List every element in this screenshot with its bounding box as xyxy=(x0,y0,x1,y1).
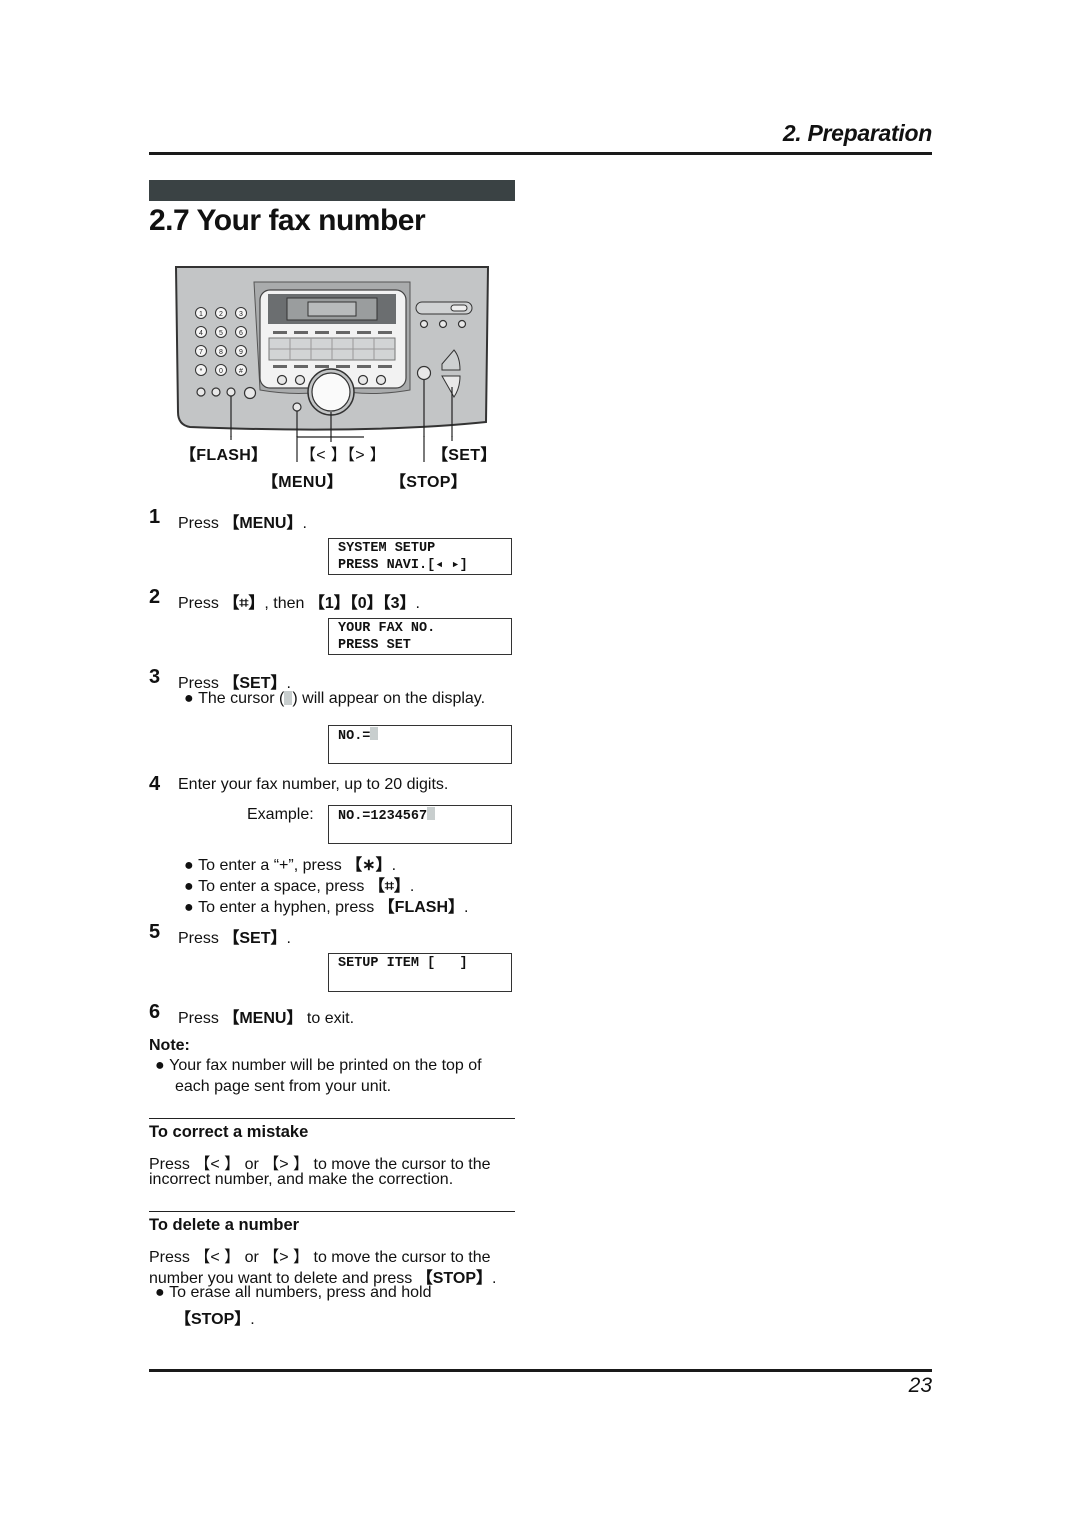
stop-key-label: 【STOP】 xyxy=(390,474,468,491)
step-text: Enter your fax number, up to 20 digits. xyxy=(178,776,449,793)
svg-text:0: 0 xyxy=(219,368,223,375)
section-bar xyxy=(149,180,515,201)
subsection-title: To correct a mistake xyxy=(149,1123,309,1141)
svg-text:8: 8 xyxy=(219,349,223,356)
step-text: Press 【MENU】. xyxy=(178,515,307,532)
svg-text:5: 5 xyxy=(219,330,223,337)
lcd-display: NO.= xyxy=(328,725,512,764)
fax-control-panel-illustration: 1 2 3 4 5 6 7 8 9 * 0 # xyxy=(174,266,490,437)
paragraph: incorrect number, and make the correctio… xyxy=(149,1171,454,1188)
example-label: Example: xyxy=(247,806,314,823)
header-rule xyxy=(149,152,932,155)
menu-key-label: 【MENU】 xyxy=(262,474,343,491)
step-number: 6 xyxy=(149,1001,161,1023)
bullet-item: ● To enter a hyphen, press 【FLASH】. xyxy=(184,899,469,916)
lcd-display: SYSTEM SETUP PRESS NAVI.[◂ ▸] xyxy=(328,538,512,575)
svg-text:#: # xyxy=(239,368,243,375)
set-key-label: 【SET】 xyxy=(432,447,497,464)
subsection-title: To delete a number xyxy=(149,1216,300,1234)
step-number: 2 xyxy=(149,586,161,608)
flash-key-label: 【FLASH】 xyxy=(180,447,268,464)
section-title: 2.7 Your fax number xyxy=(149,204,426,237)
svg-text:1: 1 xyxy=(199,311,203,318)
svg-text:4: 4 xyxy=(199,330,203,337)
step-text: Press 【MENU】 to exit. xyxy=(178,1010,355,1027)
chapter-title: 2. Preparation xyxy=(782,120,932,146)
bullet-item-cont: 【STOP】. xyxy=(175,1311,255,1328)
cursor-block xyxy=(427,807,436,820)
footer-rule xyxy=(149,1369,932,1372)
section-divider xyxy=(149,1211,515,1212)
step-number: 3 xyxy=(149,666,161,688)
page-number: 23 xyxy=(908,1374,932,1397)
svg-text:6: 6 xyxy=(239,330,243,337)
note-bullet-cont: each page sent from your unit. xyxy=(175,1078,392,1095)
step-number: 4 xyxy=(149,773,161,795)
step-text: Press 【⌗】, then 【1】【0】【3】. xyxy=(178,595,420,612)
lcd-display: NO.=1234567 xyxy=(328,805,512,844)
bullet-item: ● The cursor () will appear on the displ… xyxy=(184,690,486,707)
svg-text:2: 2 xyxy=(219,311,223,318)
svg-text:*: * xyxy=(200,368,203,375)
lcd-display: SETUP ITEM [ ] xyxy=(328,953,512,992)
note-bullet: ● Your fax number will be printed on the… xyxy=(155,1057,482,1074)
svg-text:9: 9 xyxy=(239,349,243,356)
step-number: 1 xyxy=(149,506,161,528)
nav-keys-label: 【< 】【> 】 xyxy=(300,447,386,464)
section-divider xyxy=(149,1118,515,1119)
step-number: 5 xyxy=(149,921,161,943)
step-text: Press 【SET】. xyxy=(178,930,291,947)
cursor-block xyxy=(370,727,379,740)
note-label: Note: xyxy=(149,1037,190,1054)
lcd-display: YOUR FAX NO. PRESS SET xyxy=(328,618,512,655)
svg-text:7: 7 xyxy=(199,349,203,356)
svg-text:3: 3 xyxy=(239,311,243,318)
bullet-item: ● To erase all numbers, press and hold xyxy=(155,1284,432,1301)
